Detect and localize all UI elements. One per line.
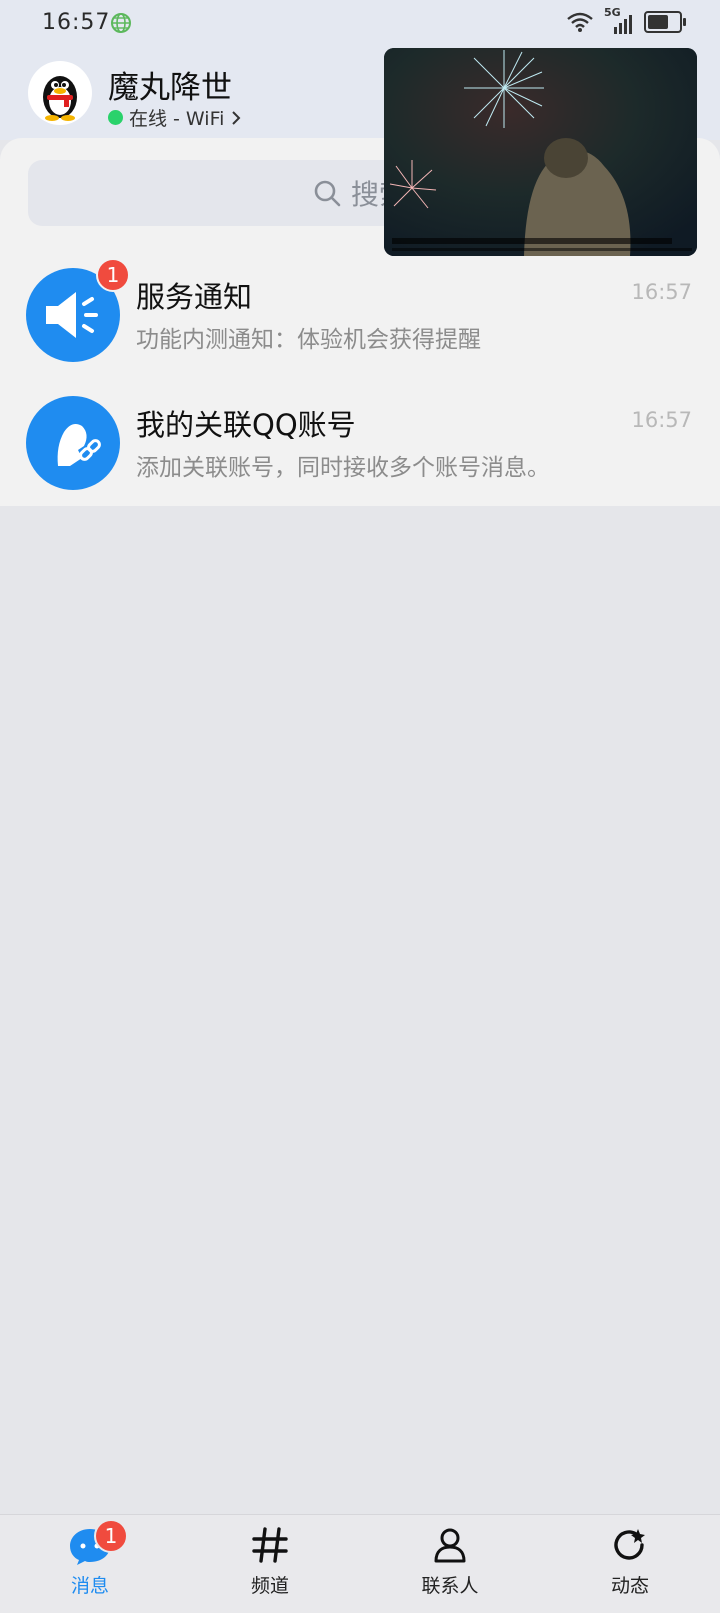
refresh-star-icon — [614, 1529, 645, 1560]
search-icon — [314, 180, 341, 207]
wifi-icon — [567, 12, 593, 32]
globe-icon — [111, 13, 131, 33]
conversation-item[interactable]: 我的关联QQ账号 添加关联账号，同时接收多个账号消息。 16:57 — [0, 378, 720, 506]
tab-unread-badge: 1 — [94, 1519, 128, 1553]
conversation-title: 服务通知 — [136, 280, 253, 314]
chevron-right-icon — [232, 110, 241, 125]
conversation-item[interactable]: 1 服务通知 功能内测通知：体验机会获得提醒 16:57 — [0, 250, 720, 378]
signal-icon: 5G — [604, 6, 634, 34]
conversation-title: 我的关联QQ账号 — [136, 408, 356, 442]
presence-label: 在线 - WiFi — [129, 108, 225, 130]
conversation-preview: 添加关联账号，同时接收多个账号消息。 — [136, 455, 550, 481]
conversation-preview: 功能内测通知：体验机会获得提醒 — [136, 327, 481, 353]
avatar[interactable] — [28, 61, 92, 125]
tab-channels[interactable]: 频道 — [210, 1525, 330, 1598]
floating-video-window[interactable] — [384, 48, 697, 256]
tab-label: 动态 — [610, 1575, 649, 1597]
status-time: 16:57 — [42, 10, 111, 35]
tab-messages[interactable]: 1 消息 — [30, 1519, 150, 1598]
hash-icon — [252, 1527, 288, 1563]
presence-status[interactable]: 在线 - WiFi — [108, 104, 242, 131]
penguin-icon — [43, 76, 77, 121]
linked-user-icon — [57, 424, 101, 466]
conversation-time: 16:57 — [631, 280, 692, 304]
tab-moments[interactable]: 动态 — [570, 1525, 690, 1598]
bottom-tab-bar: 1 消息 频道 联系人 动态 — [0, 1514, 720, 1613]
network-type: 5G — [604, 6, 621, 19]
unread-badge: 1 — [96, 258, 130, 292]
status-bar: 16:57 5G — [0, 0, 720, 48]
tab-contacts[interactable]: 联系人 — [390, 1525, 510, 1598]
person-icon — [434, 1528, 466, 1563]
tab-label: 频道 — [250, 1575, 289, 1597]
battery-icon — [644, 11, 686, 33]
conversation-time: 16:57 — [631, 408, 692, 432]
online-dot — [108, 110, 123, 125]
tab-label: 消息 — [70, 1575, 109, 1597]
tab-label: 联系人 — [421, 1575, 479, 1597]
video-frame-fireworks — [384, 48, 697, 256]
profile-name[interactable]: 魔丸降世 — [108, 62, 232, 107]
linked-account-avatar — [26, 396, 120, 490]
